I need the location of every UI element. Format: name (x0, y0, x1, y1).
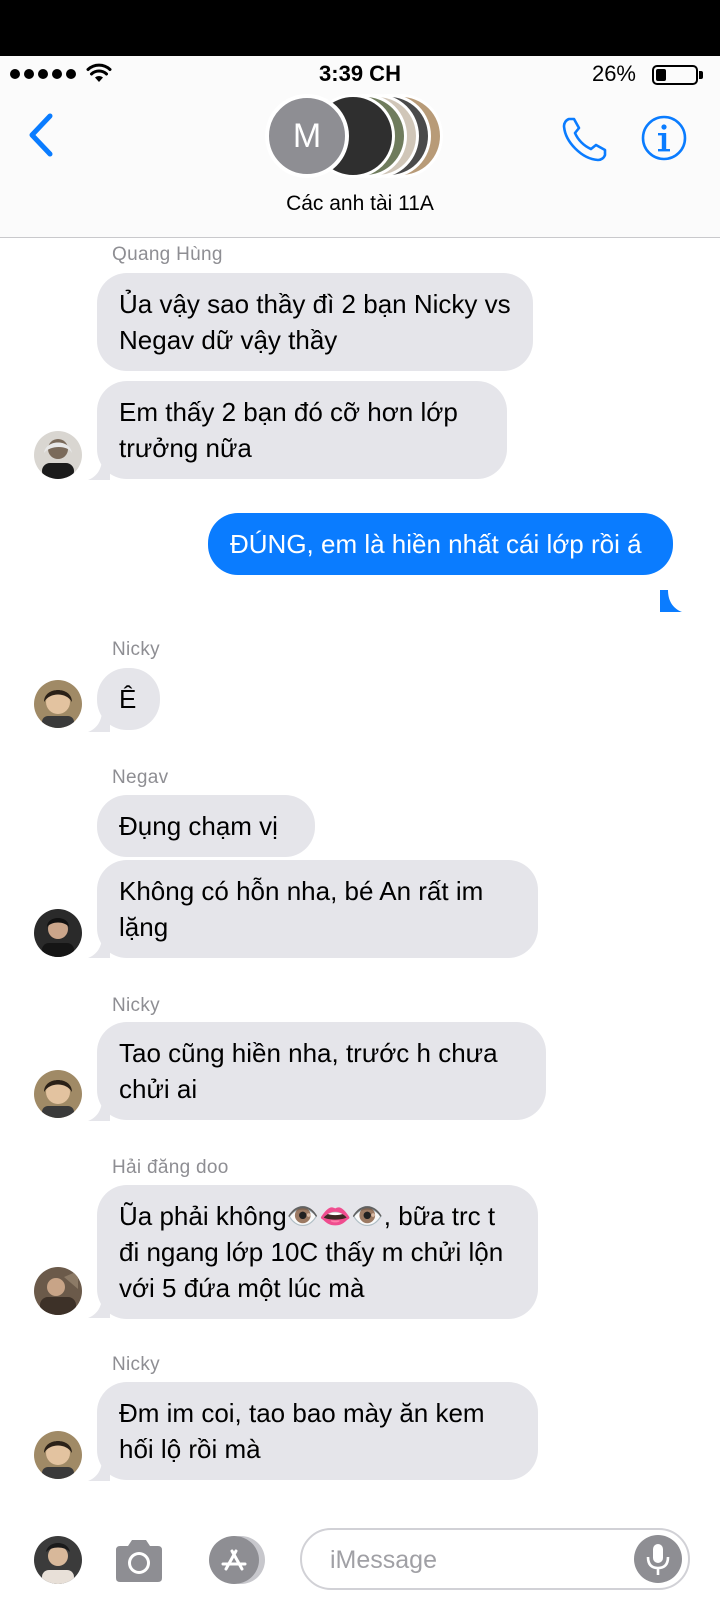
microphone-button[interactable] (634, 1535, 682, 1583)
microphone-icon (646, 1544, 670, 1575)
incoming-message-bubble[interactable]: Ũa phải không👁️👄👁️, bữa trc t đi ngang l… (97, 1185, 538, 1319)
avatar[interactable] (34, 1070, 82, 1118)
group-avatars[interactable]: M (263, 92, 463, 184)
incoming-message-bubble[interactable]: Đụng chạm vị (97, 795, 315, 857)
avatar[interactable] (34, 1536, 82, 1584)
battery-percentage: 26% (591, 61, 636, 86)
app-store-icon[interactable] (205, 1535, 269, 1585)
avatar[interactable] (34, 1431, 82, 1479)
avatar[interactable] (34, 431, 82, 479)
outgoing-message-bubble[interactable]: ĐÚNG, em là hiền nhất cái lớp rồi á (208, 513, 673, 575)
bubble-tail (88, 458, 110, 480)
sender-name: Negav (112, 767, 169, 788)
message-input[interactable] (330, 1542, 630, 1578)
group-name[interactable]: Các anh tài 11A (0, 192, 720, 216)
camera-icon[interactable] (112, 1538, 166, 1584)
incoming-message-bubble[interactable]: Không có hỗn nha, bé An rất im lặng (97, 860, 538, 958)
status-bar: 3:39 CH 26% (0, 56, 720, 92)
incoming-message-bubble[interactable]: Đm im coi, tao bao mày ăn kem hối lộ rồi… (97, 1382, 538, 1480)
phone-icon[interactable] (560, 114, 610, 164)
group-avatar-initial: M (265, 94, 349, 178)
avatar[interactable] (34, 909, 82, 957)
sender-name: Nicky (112, 639, 160, 660)
sender-name: Hải đăng doo (112, 1157, 229, 1178)
bubble-tail (88, 710, 110, 732)
battery-tip (699, 71, 703, 79)
top-black-bar (0, 0, 720, 56)
avatar[interactable] (34, 1267, 82, 1315)
sender-name: Nicky (112, 995, 160, 1016)
info-icon[interactable] (640, 114, 688, 162)
bubble-tail (660, 590, 682, 612)
message-input-field[interactable] (300, 1528, 690, 1590)
incoming-message-bubble[interactable]: Tao cũng hiền nha, trước h chưa chửi ai (97, 1022, 546, 1120)
bubble-tail (88, 1296, 110, 1318)
sender-name: Nicky (112, 1354, 160, 1375)
bubble-tail (88, 936, 110, 958)
avatar[interactable] (34, 680, 82, 728)
sender-name: Quang Hùng (112, 244, 223, 265)
incoming-message-bubble[interactable]: Em thấy 2 bạn đó cỡ hơn lớp trưởng nữa (97, 381, 507, 479)
battery-icon (652, 65, 698, 85)
conversation-header: M Các anh tài 11A (0, 92, 720, 238)
bubble-tail (88, 1459, 110, 1481)
bubble-tail (88, 1099, 110, 1121)
chevron-left-icon[interactable] (22, 110, 62, 160)
message-list[interactable]: Quang Hùng Ủa vậy sao thầy đì 2 bạn Nick… (0, 239, 720, 1519)
message-composer (0, 1520, 720, 1600)
messages-app: 3:39 CH 26% M Các anh tài 11A Quang Hùng… (0, 0, 720, 1600)
incoming-message-bubble[interactable]: Ủa vậy sao thầy đì 2 bạn Nicky vs Negav … (97, 273, 533, 371)
